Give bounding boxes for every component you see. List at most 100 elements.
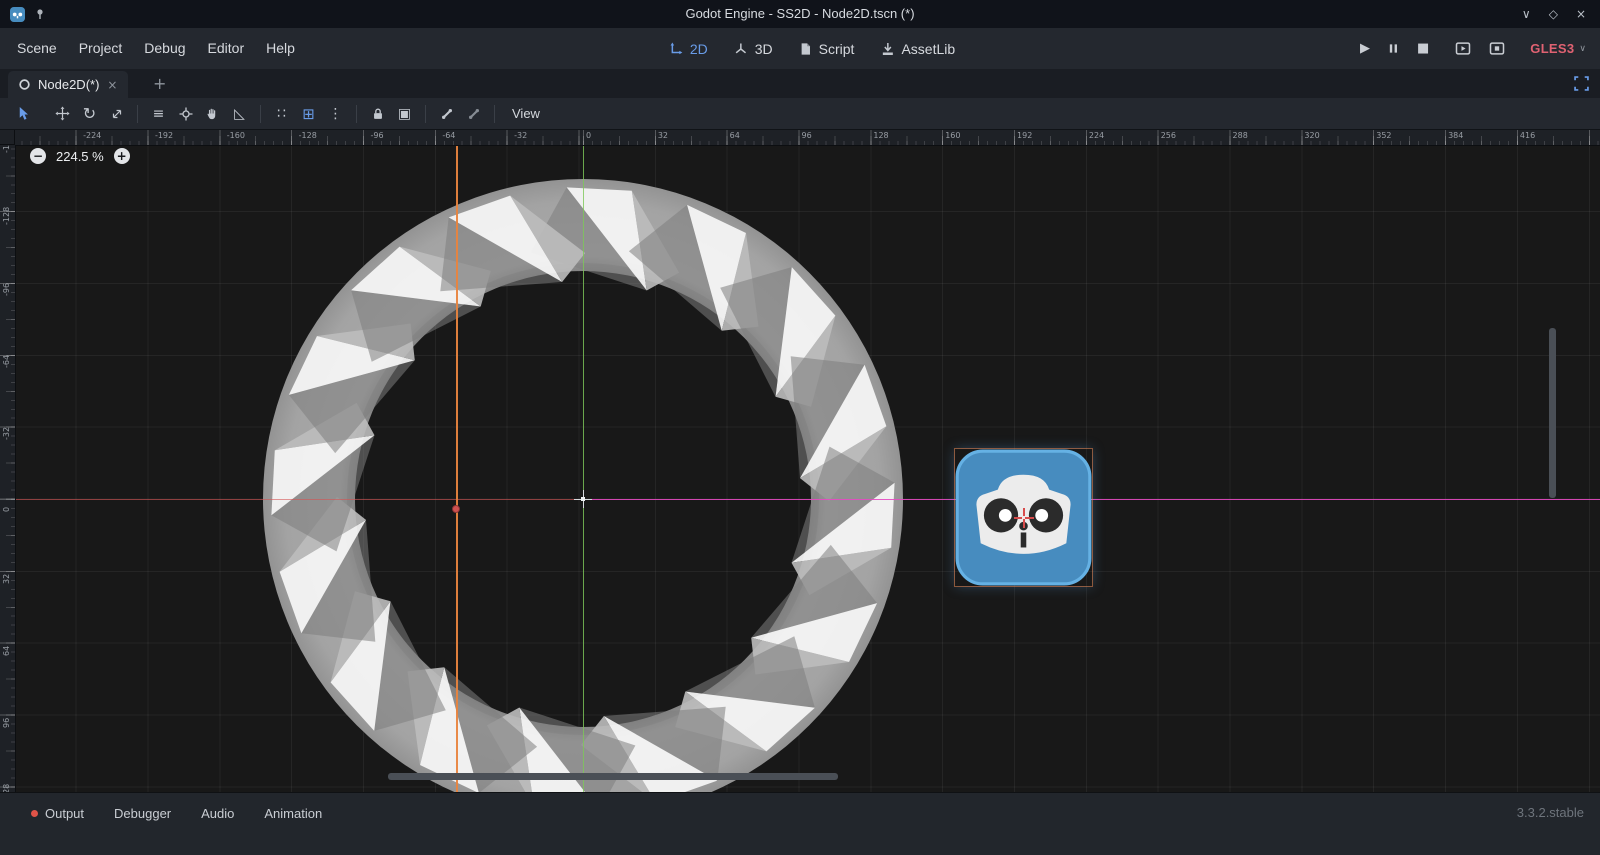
ring-shape[interactable] xyxy=(0,130,1600,792)
scale-tool-button[interactable] xyxy=(103,102,130,126)
play-scene-button[interactable] xyxy=(1446,42,1480,55)
select-arrow-icon xyxy=(16,106,31,121)
workspace-script-label: Script xyxy=(819,41,855,57)
smart-snap-button[interactable]: ∷ xyxy=(268,102,295,126)
workspace-2d-button[interactable]: 2D xyxy=(656,28,721,69)
menu-help[interactable]: Help xyxy=(255,28,306,69)
grid-snap-button[interactable]: ⊞ xyxy=(295,102,322,126)
list-select-button[interactable]: ≡ xyxy=(145,102,172,126)
ruler-tick-label: -128 xyxy=(299,131,317,141)
bottom-panel-tabs: Output Debugger Audio Animation xyxy=(0,793,1600,833)
distraction-free-button[interactable] xyxy=(1573,75,1590,92)
rotate-tool-button[interactable]: ↻ xyxy=(76,102,103,126)
skeleton-options-button[interactable] xyxy=(460,102,487,126)
window-maximize-button[interactable]: ◇ xyxy=(1549,7,1558,21)
hand-icon xyxy=(205,106,220,121)
godot-editor-window: Godot Engine - SS2D - Node2D.tscn (*) ∨ … xyxy=(0,0,1600,855)
ruler-tick-label: 160 xyxy=(945,131,960,141)
title-bar: Godot Engine - SS2D - Node2D.tscn (*) ∨ … xyxy=(0,0,1600,28)
workspace-3d-button[interactable]: 3D xyxy=(721,28,786,69)
workspace-assetlib-label: AssetLib xyxy=(901,41,955,57)
snap-options-button[interactable]: ⋮ xyxy=(322,102,349,126)
window-shade-button[interactable]: ∨ xyxy=(1522,7,1531,21)
bottom-panel-bar: Output Debugger Audio Animation 3.3.2.st… xyxy=(0,792,1600,855)
panel-tab-output-label: Output xyxy=(45,806,84,821)
zoom-out-button[interactable]: − xyxy=(30,148,46,164)
ruler-tick-label: -160 xyxy=(227,131,245,141)
canvas-viewport[interactable]: -224-192-160-128-96-64-32032649612816019… xyxy=(0,130,1600,792)
ruler-tick-label: -96 xyxy=(2,283,12,296)
ruler-tick-label: 288 xyxy=(1233,131,1248,141)
ruler-tick-label: -64 xyxy=(442,131,455,141)
tab-close-icon[interactable]: × xyxy=(106,78,118,92)
ruler-tick-label: 32 xyxy=(2,574,12,584)
move-icon xyxy=(55,106,70,121)
renderer-dropdown[interactable]: GLES3 ∨ xyxy=(1530,41,1586,56)
ruler-tick-label: 128 xyxy=(873,131,888,141)
pivot-tool-button[interactable] xyxy=(172,102,199,126)
move-tool-button[interactable] xyxy=(49,102,76,126)
menu-bar: Scene Project Debug Editor Help 2D 3D xyxy=(0,28,1600,70)
window-controls: ∨ ◇ × xyxy=(1522,0,1586,28)
scene-tab-node2d[interactable]: Node2D(*) × xyxy=(8,71,128,98)
ruler-tick-label: 416 xyxy=(1520,131,1535,141)
vertical-scrollbar-thumb[interactable] xyxy=(1549,328,1556,498)
pivot-icon xyxy=(179,107,193,121)
ruler-tick-label: 96 xyxy=(2,717,12,727)
ruler-tick-label: -160 xyxy=(2,145,12,153)
ruler-left[interactable]: -160-128-96-64-320326496128 xyxy=(0,145,16,792)
toolbar-separator xyxy=(356,105,357,123)
workspace-3d-label: 3D xyxy=(755,41,773,57)
menu-project[interactable]: Project xyxy=(68,28,134,69)
pan-tool-button[interactable] xyxy=(199,102,226,126)
zoom-in-button[interactable]: + xyxy=(114,148,130,164)
select-tool-button[interactable] xyxy=(10,102,37,126)
stop-button[interactable]: ■ xyxy=(1408,41,1438,56)
group-object-button[interactable]: ▣ xyxy=(391,102,418,126)
ruler-left-minor-ticks xyxy=(11,145,15,792)
panel-tab-debugger[interactable]: Debugger xyxy=(99,806,186,821)
panel-tab-animation[interactable]: Animation xyxy=(249,806,337,821)
ruler-tick-label: 384 xyxy=(1448,131,1463,141)
play-custom-scene-button[interactable] xyxy=(1480,42,1514,55)
play-button[interactable]: ▶ xyxy=(1351,41,1379,56)
ruler-top[interactable]: -224-192-160-128-96-64-32032649612816019… xyxy=(15,130,1600,146)
bone-options-icon xyxy=(467,107,481,121)
shape-control-point[interactable] xyxy=(452,505,460,513)
menu-scene[interactable]: Scene xyxy=(6,28,68,69)
pause-icon xyxy=(1388,43,1399,54)
scene-tab-bar: Node2D(*) × + xyxy=(0,69,1600,98)
workspace-switcher: 2D 3D Script AssetLib xyxy=(656,28,968,69)
add-scene-tab-button[interactable]: + xyxy=(146,69,173,98)
ruler-tick-label: -32 xyxy=(514,131,527,141)
window-title: Godot Engine - SS2D - Node2D.tscn (*) xyxy=(0,0,1600,28)
renderer-label: GLES3 xyxy=(1530,41,1574,56)
play-custom-scene-icon xyxy=(1489,42,1505,55)
ruler-tool-button[interactable]: ◺ xyxy=(226,102,253,126)
horizontal-scrollbar-thumb[interactable] xyxy=(388,773,838,780)
menu-debug[interactable]: Debug xyxy=(133,28,196,69)
playback-controls: ▶ ■ GLES3 ∨ xyxy=(1351,28,1586,69)
ruler-corner xyxy=(0,130,15,145)
zoom-level[interactable]: 224.5 % xyxy=(56,149,104,164)
workspace-2d-label: 2D xyxy=(690,41,708,57)
download-icon xyxy=(880,42,894,56)
workspace-assetlib-button[interactable]: AssetLib xyxy=(867,28,968,69)
skeleton-button[interactable] xyxy=(433,102,460,126)
bone-icon xyxy=(440,107,454,121)
window-close-button[interactable]: × xyxy=(1576,7,1586,21)
ruler-tick-label: 64 xyxy=(730,131,740,141)
main-menus: Scene Project Debug Editor Help xyxy=(6,28,306,69)
view-menu-button[interactable]: View xyxy=(502,106,550,121)
ruler-tick-label: 256 xyxy=(1161,131,1176,141)
panel-tab-audio[interactable]: Audio xyxy=(186,806,249,821)
lock-object-button[interactable] xyxy=(364,102,391,126)
lock-icon xyxy=(371,107,385,121)
ruler-tick-label: -128 xyxy=(2,206,12,224)
2d-axes-icon xyxy=(669,42,683,56)
menu-editor[interactable]: Editor xyxy=(197,28,256,69)
panel-tab-output[interactable]: Output xyxy=(16,806,99,821)
workspace-script-button[interactable]: Script xyxy=(786,28,868,69)
expand-icon xyxy=(1574,76,1589,91)
pause-button[interactable] xyxy=(1379,43,1408,54)
